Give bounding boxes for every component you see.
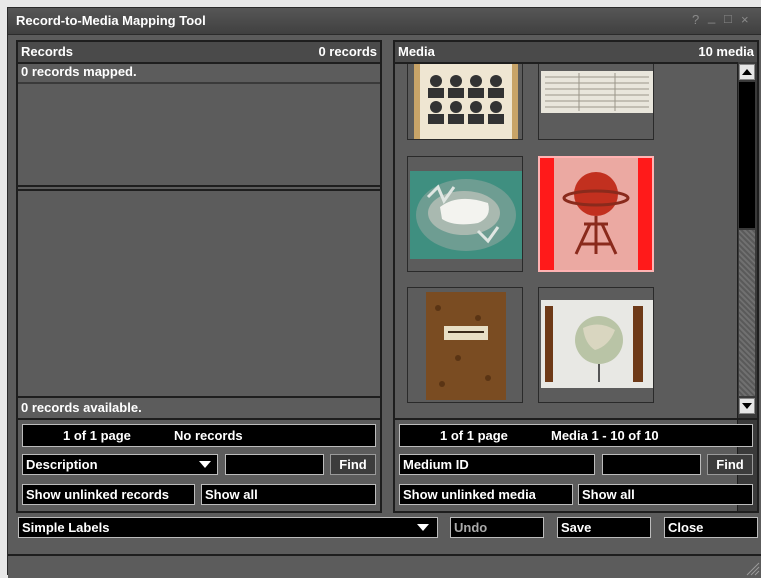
chevron-down-icon	[199, 461, 211, 468]
scroll-track[interactable]	[739, 230, 755, 396]
records-find-button[interactable]: Find	[330, 454, 376, 475]
media-thumbnail[interactable]	[538, 64, 654, 140]
records-page-indicator: 1 of 1 page	[63, 428, 131, 443]
media-thumbnail[interactable]	[407, 64, 523, 140]
title-bar[interactable]: Record-to-Media Mapping Tool ? _ □ ×	[8, 8, 761, 35]
media-page-indicator: 1 of 1 page	[440, 428, 508, 443]
chevron-down-icon	[417, 524, 429, 531]
leather-book-image	[426, 292, 506, 400]
window-title: Record-to-Media Mapping Tool	[16, 13, 206, 28]
close-window-icon[interactable]: ×	[741, 12, 749, 27]
save-button[interactable]: Save	[557, 517, 651, 538]
media-find-button[interactable]: Find	[707, 454, 753, 475]
mapping-tool-window: Record-to-Media Mapping Tool ? _ □ × Rec…	[7, 7, 761, 578]
media-search-field-dropdown[interactable]: Medium ID	[399, 454, 595, 475]
maximize-icon[interactable]: □	[724, 11, 732, 26]
media-search-input[interactable]	[602, 454, 701, 475]
media-pagination-bar: 1 of 1 page Media 1 - 10 of 10	[399, 424, 753, 447]
portrait-grid-image	[414, 64, 518, 139]
chevron-up-icon	[742, 69, 752, 75]
scroll-thumb[interactable]	[739, 82, 755, 228]
show-unlinked-media-button[interactable]: Show unlinked media	[399, 484, 573, 505]
records-panel: Records 0 records 0 records mapped. 0 re…	[16, 40, 382, 513]
records-pagination-bar: 1 of 1 page No records	[22, 424, 376, 447]
records-header: Records 0 records	[18, 42, 380, 64]
newspaper-page-image	[539, 65, 653, 115]
relief-map-image	[410, 171, 522, 259]
help-icon[interactable]: ?	[692, 12, 699, 27]
media-thumbnail[interactable]	[407, 156, 523, 272]
chevron-down-icon	[742, 403, 752, 409]
available-records-list[interactable]	[18, 191, 380, 396]
records-title: Records	[21, 44, 74, 59]
media-title: Media	[398, 44, 435, 59]
media-header: Media 10 media	[395, 42, 757, 64]
minimize-icon[interactable]: _	[708, 9, 715, 24]
scroll-down-button[interactable]	[739, 398, 755, 414]
undo-button[interactable]: Undo	[450, 517, 544, 538]
records-count: 0 records	[318, 44, 377, 59]
label-mode-dropdown[interactable]: Simple Labels	[18, 517, 438, 538]
media-panel: Media 10 media 1 of 1 page Media 1 - 10 …	[393, 40, 759, 513]
divider	[18, 185, 380, 187]
records-range: No records	[174, 428, 243, 443]
status-bar	[8, 554, 761, 578]
media-thumbnail[interactable]	[407, 287, 523, 403]
media-thumbnail[interactable]	[538, 287, 654, 403]
scroll-up-button[interactable]	[739, 64, 755, 80]
media-thumbnail-selected[interactable]	[538, 156, 654, 272]
show-unlinked-records-button[interactable]: Show unlinked records	[22, 484, 195, 505]
label-mode-value: Simple Labels	[22, 520, 110, 535]
media-grid	[395, 64, 737, 418]
resize-grip-icon[interactable]	[744, 560, 760, 576]
divider	[18, 396, 380, 398]
media-show-all-button[interactable]: Show all	[578, 484, 753, 505]
records-search-field-label: Description	[26, 457, 98, 472]
close-button[interactable]: Close	[664, 517, 758, 538]
media-range: Media 1 - 10 of 10	[551, 428, 659, 443]
mapped-records-list[interactable]	[18, 84, 380, 184]
divider	[18, 418, 380, 420]
records-available-status: 0 records available.	[21, 400, 142, 415]
records-show-all-button[interactable]: Show all	[201, 484, 376, 505]
terrestrial-globe-image	[540, 158, 652, 270]
divider	[395, 418, 757, 420]
records-search-field-dropdown[interactable]: Description	[22, 454, 218, 475]
records-mapped-status: 0 records mapped.	[21, 64, 137, 79]
records-search-input[interactable]	[225, 454, 324, 475]
globe-case-image	[541, 300, 653, 388]
media-count: 10 media	[698, 44, 754, 59]
